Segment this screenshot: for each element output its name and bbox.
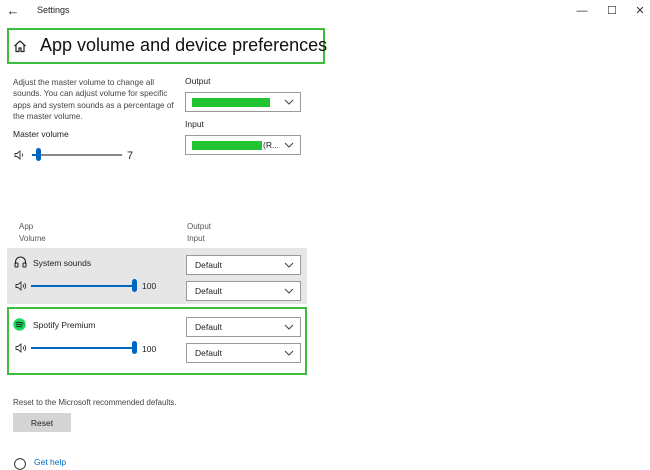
redacted-device-name	[192, 98, 270, 107]
window-title: Settings	[37, 5, 70, 15]
app-volume-slider[interactable]	[31, 341, 137, 355]
minimize-button[interactable]: —	[570, 2, 594, 20]
get-help-link[interactable]: Get help	[34, 457, 66, 467]
chevron-down-icon	[284, 288, 294, 294]
input-label: Input	[185, 119, 204, 129]
column-header-output: Output Input	[187, 222, 212, 243]
chevron-down-icon	[284, 99, 294, 105]
dropdown-value: Default	[195, 260, 222, 270]
app-volume-slider[interactable]	[31, 279, 137, 293]
input-device-value: (R...	[263, 140, 280, 150]
app-volume-value: 100	[142, 344, 157, 354]
reset-button[interactable]: Reset	[13, 413, 71, 432]
dropdown-value: Default	[195, 348, 222, 358]
speaker-icon[interactable]	[14, 150, 26, 160]
home-icon[interactable]	[13, 39, 27, 53]
help-icon[interactable]	[14, 458, 26, 470]
maximize-button[interactable]: ☐	[600, 2, 624, 20]
dropdown-value: Default	[195, 286, 222, 296]
master-volume-value: 7	[127, 150, 134, 162]
back-arrow-icon[interactable]: ←	[4, 2, 22, 20]
headphones-icon	[14, 256, 27, 268]
output-label: Output	[185, 76, 211, 86]
app-input-dropdown[interactable]: Default	[186, 281, 301, 301]
speaker-icon[interactable]	[15, 281, 27, 291]
app-name: Spotify Premium	[33, 320, 96, 330]
chevron-down-icon	[284, 262, 294, 268]
output-device-dropdown[interactable]	[185, 92, 301, 112]
app-output-dropdown[interactable]: Default	[186, 255, 301, 275]
input-device-dropdown[interactable]: (R...	[185, 135, 301, 155]
page-title: App volume and device preferences	[40, 35, 328, 55]
redacted-device-name	[192, 141, 262, 150]
reset-description: Reset to the Microsoft recommended defau…	[13, 398, 177, 407]
chevron-down-icon	[284, 142, 294, 148]
app-output-dropdown[interactable]: Default	[186, 317, 301, 337]
column-header-app: App Volume	[19, 222, 46, 243]
master-volume-slider[interactable]	[32, 148, 122, 162]
dropdown-value: Default	[195, 322, 222, 332]
speaker-icon[interactable]	[15, 343, 27, 353]
master-volume-label: Master volume	[13, 129, 69, 139]
app-name: System sounds	[33, 258, 92, 268]
title-bar: ← Settings — ☐ ✕	[0, 0, 650, 22]
chevron-down-icon	[284, 324, 294, 330]
close-button[interactable]: ✕	[628, 2, 650, 20]
app-volume-value: 100	[142, 281, 157, 291]
app-input-dropdown[interactable]: Default	[186, 343, 301, 363]
chevron-down-icon	[284, 350, 294, 356]
master-description: Adjust the master volume to change all s…	[13, 78, 174, 122]
spotify-icon	[13, 318, 26, 331]
